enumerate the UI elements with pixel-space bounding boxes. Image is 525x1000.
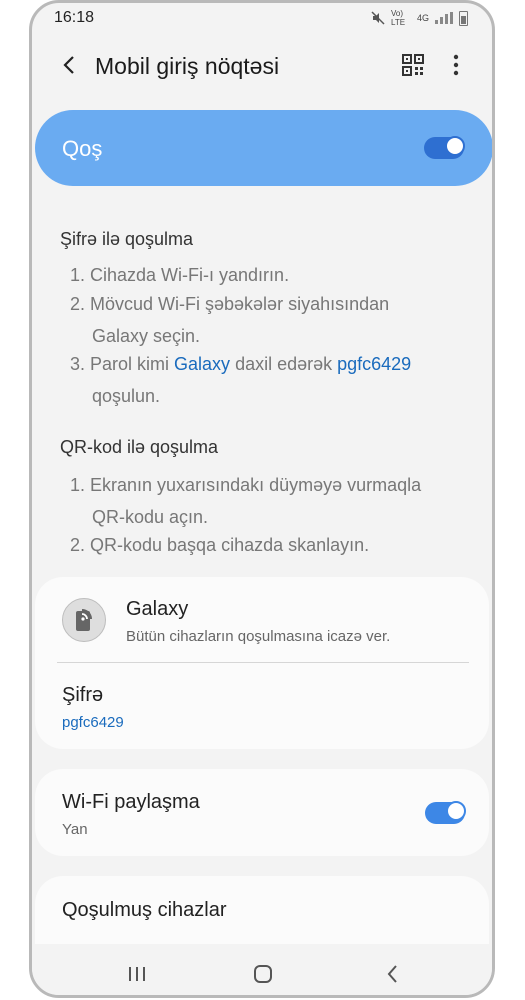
password-step-3-continued: qoşulun. xyxy=(92,386,161,406)
volte-indicator: Vo) LTE xyxy=(390,9,406,27)
password-label: Şifrə xyxy=(62,684,104,706)
hotspot-switch[interactable] xyxy=(424,136,465,159)
more-vertical-icon[interactable] xyxy=(444,52,468,78)
network-card: Galaxy Bütün cihazların qoşulmasına icaz… xyxy=(35,577,489,749)
signal-icon xyxy=(435,12,453,24)
battery-icon xyxy=(459,10,468,26)
qr-connection-heading: QR-kod ilə qoşulma xyxy=(60,437,219,457)
phone-frame: 16:18 Vo) LTE 4G Mobil giriş nöqtəsi Qoş… xyxy=(29,0,495,998)
password-row[interactable]: Şifrə pgfc6429 xyxy=(35,663,489,749)
network-name-row[interactable]: Galaxy Bütün cihazların qoşulmasına icaz… xyxy=(35,577,489,662)
step-2-suffix: seçin. xyxy=(148,326,201,346)
wifi-sharing-switch[interactable] xyxy=(425,801,466,824)
mute-icon xyxy=(371,11,385,25)
hotspot-master-toggle-row[interactable]: Qoş xyxy=(35,110,492,186)
status-bar: 16:18 Vo) LTE 4G xyxy=(32,3,492,35)
qr-step-2: 2. QR-kodu başqa cihazda skanlayın. xyxy=(70,535,370,555)
network-name-link: Galaxy xyxy=(174,354,231,374)
password-step-1: 1. Cihazda Wi-Fi-ı yandırın. xyxy=(70,265,290,285)
qr-code-icon[interactable] xyxy=(401,53,425,77)
page-title: Mobil giriş nöqtəsi xyxy=(95,53,280,79)
home-icon[interactable] xyxy=(251,962,275,986)
qr-step-1-continued: QR-kodu açın. xyxy=(92,507,209,527)
step-3-prefix: 3. Parol kimi xyxy=(70,354,175,374)
network-name: Galaxy xyxy=(126,598,189,620)
password-step-2-continued: Galaxy seçin. xyxy=(92,321,200,351)
status-icons: Vo) LTE 4G xyxy=(371,9,468,27)
step-3-middle: daxil edərək xyxy=(230,354,338,374)
network-4g-indicator: 4G xyxy=(416,13,429,23)
status-time: 16:18 xyxy=(54,9,95,26)
switch-knob xyxy=(446,801,466,821)
app-bar: Mobil giriş nöqtəsi xyxy=(32,39,492,95)
password-connection-heading: Şifrə ilə qoşulma xyxy=(60,229,194,249)
password-value: pgfc6429 xyxy=(62,714,124,731)
back-arrow-icon[interactable] xyxy=(58,53,82,77)
password-step-2: 2. Mövcud Wi-Fi şəbəkələr siyahısından xyxy=(70,294,390,314)
password-value-link: pgfc6429 xyxy=(337,354,412,374)
wifi-sharing-status: Yan xyxy=(62,821,88,838)
hotspot-icon xyxy=(62,598,106,642)
navigation-bar xyxy=(32,948,492,995)
connected-devices-label: Qoşulmuş cihazlar xyxy=(62,899,227,921)
switch-knob xyxy=(445,136,465,156)
connected-devices-row[interactable]: Qoşulmuş cihazlar xyxy=(35,876,489,944)
back-icon[interactable] xyxy=(381,962,405,986)
wifi-sharing-row[interactable]: Wi-Fi paylaşma Yan xyxy=(35,769,489,856)
hotspot-toggle-label: Qoş xyxy=(62,136,103,161)
recents-icon[interactable] xyxy=(125,962,149,986)
wifi-sharing-label: Wi-Fi paylaşma xyxy=(62,791,200,813)
network-description: Bütün cihazların qoşulmasına icazə ver. xyxy=(126,628,391,645)
qr-step-1: 1. Ekranın yuxarısındakı düyməyə vurmaql… xyxy=(70,475,422,495)
password-step-3: 3. Parol kimi Galaxy daxil edərək pgfc64… xyxy=(70,349,411,379)
network-name-link: Galaxy xyxy=(92,326,149,346)
